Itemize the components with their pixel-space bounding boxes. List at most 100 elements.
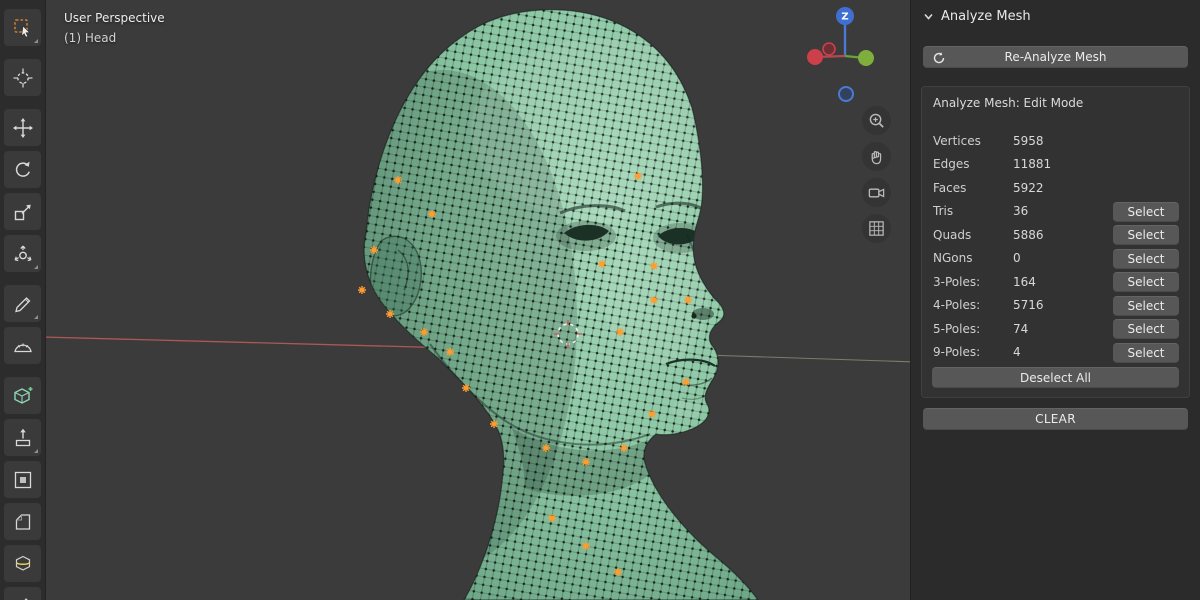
chevron-down-icon: [923, 11, 934, 22]
rotate-tool[interactable]: [4, 151, 41, 188]
gizmo-axis-z-neg[interactable]: [839, 87, 853, 101]
stat-value: 5922: [1013, 181, 1044, 195]
bevel-tool[interactable]: [4, 503, 41, 540]
view-perspective-label: User Perspective: [64, 8, 165, 28]
viewport-scene: [46, 0, 910, 600]
transform-tool[interactable]: [4, 235, 41, 272]
stat-label: Faces: [933, 181, 1013, 195]
tool-shelf: [0, 0, 46, 600]
stat-value: 4: [1013, 345, 1021, 359]
blender-window: User Perspective (1) Head Z: [0, 0, 1200, 600]
stat-row-5-poles: 5-Poles: 74 Select: [922, 317, 1189, 341]
select-ngons-button[interactable]: Select: [1113, 249, 1179, 269]
stat-value: 5716: [1013, 298, 1044, 312]
deselect-all-button[interactable]: Deselect All: [932, 367, 1179, 388]
stat-row-3-poles: 3-Poles: 164 Select: [922, 270, 1189, 294]
refresh-icon: [932, 51, 946, 65]
measure-tool[interactable]: [4, 327, 41, 364]
panel-header[interactable]: Analyze Mesh: [923, 9, 1031, 24]
stat-value: 5958: [1013, 134, 1044, 148]
hand-icon: [867, 147, 886, 166]
stat-label: 4-Poles:: [933, 298, 1013, 312]
mesh-stats-table: Vertices 5958 Edges 11881 Faces 5922 Tri…: [922, 129, 1189, 364]
stat-value: 5886: [1013, 228, 1044, 242]
active-object-label: (1) Head: [64, 28, 165, 48]
gizmo-axis-x-neg[interactable]: [823, 43, 835, 55]
stat-label: Edges: [933, 157, 1013, 171]
select-3-poles-button[interactable]: Select: [1113, 272, 1179, 292]
scale-tool[interactable]: [4, 193, 41, 230]
move-icon: [12, 117, 34, 139]
stat-label: 3-Poles:: [933, 275, 1013, 289]
3d-cursor-tool[interactable]: [4, 59, 41, 96]
move-tool[interactable]: [4, 109, 41, 146]
viewport-nav-column: [862, 106, 891, 243]
zoom-icon: [867, 111, 886, 130]
select-box-tool[interactable]: [4, 9, 41, 46]
viewport-header: User Perspective (1) Head: [64, 8, 165, 48]
stat-row-ngons: NGons 0 Select: [922, 247, 1189, 271]
stat-value: 164: [1013, 275, 1036, 289]
3d-viewport[interactable]: User Perspective (1) Head Z: [46, 0, 910, 600]
stat-row-faces: Faces 5922: [922, 176, 1189, 200]
stat-row-vertices: Vertices 5958: [922, 129, 1189, 153]
grid-toggle-button[interactable]: [862, 214, 891, 243]
select-tris-button[interactable]: Select: [1113, 202, 1179, 222]
rotate-icon: [12, 159, 34, 181]
3d-cursor-icon: [12, 67, 34, 89]
analyze-results-box: Analyze Mesh: Edit Mode Vertices 5958 Ed…: [921, 86, 1190, 398]
select-4-poles-button[interactable]: Select: [1113, 296, 1179, 316]
camera-icon: [867, 183, 886, 202]
stat-label: 9-Poles:: [933, 345, 1013, 359]
extrude-region-tool[interactable]: [4, 419, 41, 456]
stat-label: 5-Poles:: [933, 322, 1013, 336]
annotate-tool[interactable]: [4, 285, 41, 322]
stat-value: 74: [1013, 322, 1028, 336]
knife-icon: [12, 595, 34, 600]
stat-row-4-poles: 4-Poles: 5716 Select: [922, 294, 1189, 318]
add-cube-tool[interactable]: [4, 377, 41, 414]
stat-row-quads: Quads 5886 Select: [922, 223, 1189, 247]
gizmo-z-label: Z: [841, 12, 848, 23]
ear-outline: [371, 236, 422, 315]
analyze-mesh-panel: Analyze Mesh Re-Analyze Mesh Analyze Mes…: [910, 0, 1200, 600]
results-box-title: Analyze Mesh: Edit Mode: [933, 96, 1083, 110]
stat-row-edges: Edges 11881: [922, 153, 1189, 177]
select-5-poles-button[interactable]: Select: [1113, 319, 1179, 339]
stat-label: Tris: [933, 204, 1013, 218]
stat-label: Quads: [933, 228, 1013, 242]
stat-label: NGons: [933, 251, 1013, 265]
select-9-poles-button[interactable]: Select: [1113, 343, 1179, 363]
select-box-icon: [12, 17, 34, 39]
stat-row-tris: Tris 36 Select: [922, 200, 1189, 224]
gizmo-axis-x[interactable]: [807, 49, 823, 65]
select-quads-button[interactable]: Select: [1113, 225, 1179, 245]
head-mesh: [307, 10, 758, 600]
reanalyze-button[interactable]: Re-Analyze Mesh: [923, 46, 1188, 68]
navigation-gizmo[interactable]: Z: [803, 6, 887, 106]
transform-icon: [12, 243, 34, 265]
bevel-icon: [12, 511, 34, 533]
grid-icon: [867, 219, 886, 238]
stat-value: 11881: [1013, 157, 1051, 171]
zoom-button[interactable]: [862, 106, 891, 135]
stat-value: 36: [1013, 204, 1028, 218]
loop-cut-icon: [12, 553, 34, 575]
knife-tool[interactable]: [4, 587, 41, 600]
inset-faces-icon: [12, 469, 34, 491]
gizmo-axis-y[interactable]: [858, 50, 874, 66]
loop-cut-tool[interactable]: [4, 545, 41, 582]
stat-value: 0: [1013, 251, 1021, 265]
stat-label: Vertices: [933, 134, 1013, 148]
reanalyze-label: Re-Analyze Mesh: [1005, 50, 1107, 64]
add-cube-icon: [12, 385, 34, 407]
pan-button[interactable]: [862, 142, 891, 171]
panel-title: Analyze Mesh: [941, 9, 1031, 24]
camera-view-button[interactable]: [862, 178, 891, 207]
extrude-region-icon: [12, 427, 34, 449]
measure-icon: [12, 335, 34, 357]
clear-button[interactable]: CLEAR: [923, 408, 1188, 430]
inset-faces-tool[interactable]: [4, 461, 41, 498]
annotate-pencil-icon: [12, 293, 34, 315]
stat-row-9-poles: 9-Poles: 4 Select: [922, 341, 1189, 365]
